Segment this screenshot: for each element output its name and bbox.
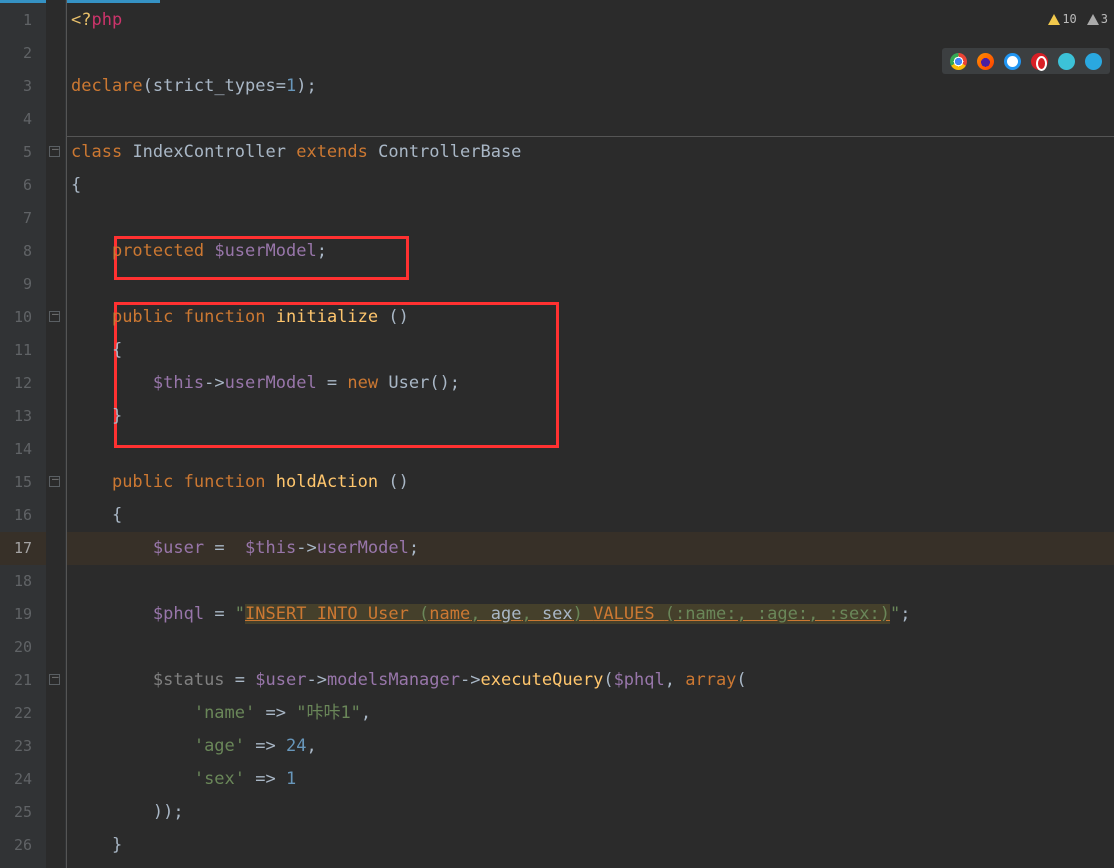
code-line[interactable] [67, 37, 1114, 70]
line-number[interactable]: 1 [0, 4, 46, 37]
code-line[interactable]: } [67, 829, 1114, 862]
code-line[interactable]: $phql = "INSERT INTO User (name, age, se… [67, 598, 1114, 631]
line-number[interactable]: 14 [0, 433, 46, 466]
line-number[interactable]: 15 [0, 466, 46, 499]
code-line[interactable]: <?php [67, 4, 1114, 37]
code-area[interactable]: <?php declare(strict_types=1); class Ind… [66, 0, 1114, 868]
code-line[interactable]: { [67, 499, 1114, 532]
line-number[interactable]: 6 [0, 169, 46, 202]
code-line[interactable]: 'sex' => 1 [67, 763, 1114, 796]
code-line[interactable] [67, 565, 1114, 598]
line-number[interactable]: 24 [0, 763, 46, 796]
code-line[interactable]: class IndexController extends Controller… [67, 136, 1114, 169]
fold-toggle-icon[interactable] [49, 674, 60, 685]
fold-toggle-icon[interactable] [49, 146, 60, 157]
line-number[interactable]: 20 [0, 631, 46, 664]
line-number[interactable]: 22 [0, 697, 46, 730]
code-line[interactable]: } [67, 400, 1114, 433]
code-line[interactable] [67, 631, 1114, 664]
code-line[interactable] [67, 202, 1114, 235]
line-number[interactable]: 8 [0, 235, 46, 268]
line-number[interactable]: 17 [0, 532, 46, 565]
code-line[interactable]: $this->userModel = new User(); [67, 367, 1114, 400]
line-number[interactable]: 4 [0, 103, 46, 136]
line-number[interactable]: 19 [0, 598, 46, 631]
fold-toggle-icon[interactable] [49, 311, 60, 322]
code-line[interactable] [67, 433, 1114, 466]
line-number[interactable]: 9 [0, 268, 46, 301]
line-number[interactable]: 16 [0, 499, 46, 532]
line-number[interactable]: 18 [0, 565, 46, 598]
code-line[interactable] [67, 268, 1114, 301]
fold-column[interactable] [46, 0, 66, 868]
code-editor[interactable]: 10 3 1 2 3 4 5 6 7 8 9 10 11 12 13 14 15… [0, 0, 1114, 868]
line-number-gutter[interactable]: 1 2 3 4 5 6 7 8 9 10 11 12 13 14 15 16 1… [0, 0, 46, 868]
line-number[interactable]: 25 [0, 796, 46, 829]
line-number[interactable]: 13 [0, 400, 46, 433]
line-number[interactable]: 3 [0, 70, 46, 103]
line-number[interactable]: 21 [0, 664, 46, 697]
line-number[interactable]: 5 [0, 136, 46, 169]
line-number[interactable]: 12 [0, 367, 46, 400]
code-line[interactable] [67, 103, 1114, 136]
code-line[interactable]: public function initialize () [67, 301, 1114, 334]
code-line[interactable]: { [67, 334, 1114, 367]
code-line[interactable]: { [67, 169, 1114, 202]
line-number[interactable]: 26 [0, 829, 46, 862]
line-number[interactable]: 10 [0, 301, 46, 334]
line-number[interactable]: 2 [0, 37, 46, 70]
line-number[interactable]: 11 [0, 334, 46, 367]
code-line[interactable]: declare(strict_types=1); [67, 70, 1114, 103]
code-line[interactable]: protected $userModel; [67, 235, 1114, 268]
line-number[interactable]: 23 [0, 730, 46, 763]
code-line[interactable]: public function holdAction () [67, 466, 1114, 499]
code-line-current[interactable]: $user = $this->userModel; [67, 532, 1114, 565]
fold-toggle-icon[interactable] [49, 476, 60, 487]
code-line[interactable]: 'name' => "咔咔1", [67, 697, 1114, 730]
code-line[interactable]: $status = $user->modelsManager->executeQ… [67, 664, 1114, 697]
line-number[interactable]: 7 [0, 202, 46, 235]
code-line[interactable]: )); [67, 796, 1114, 829]
code-line[interactable]: 'age' => 24, [67, 730, 1114, 763]
